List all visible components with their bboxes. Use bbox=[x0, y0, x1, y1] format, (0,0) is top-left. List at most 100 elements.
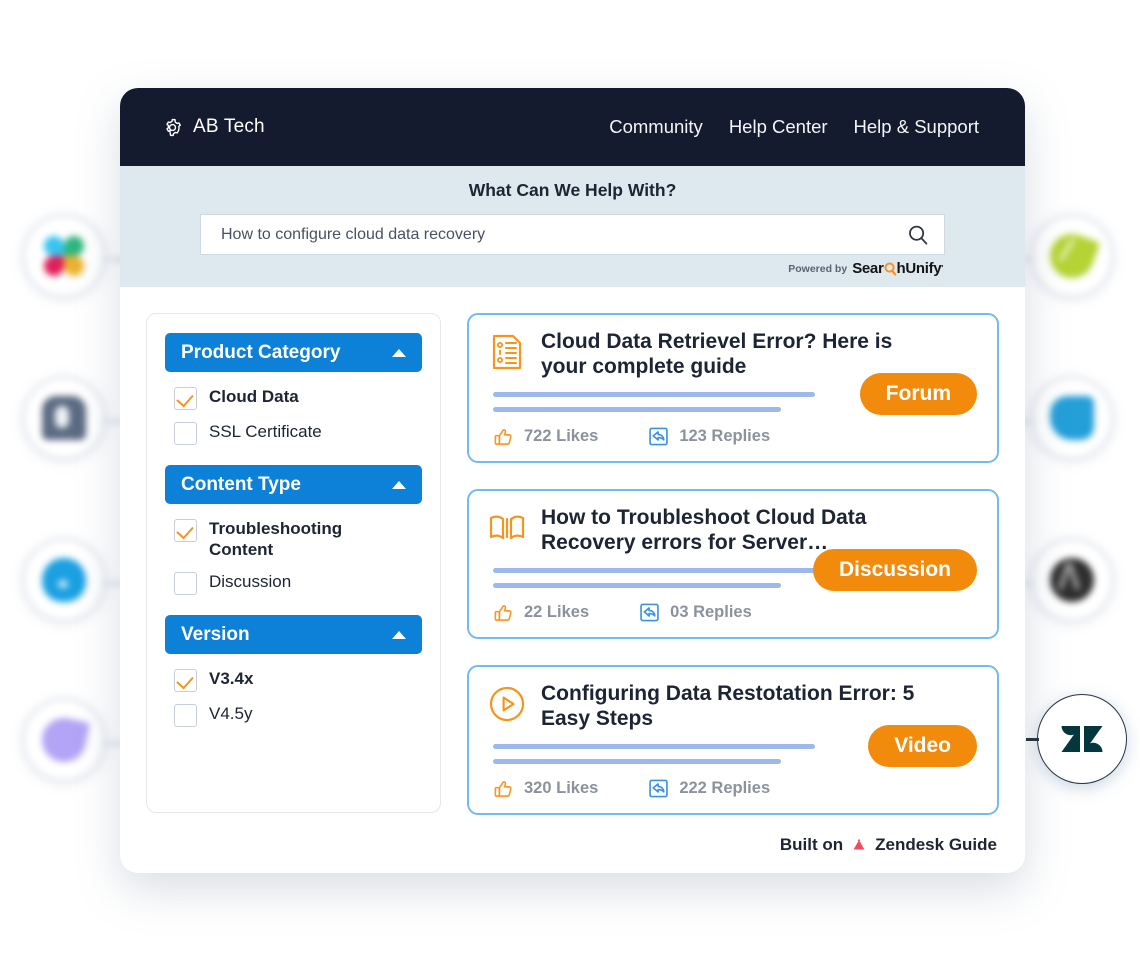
filter-title: Version bbox=[181, 623, 250, 645]
searchunify-logo: Sear hUnify ' bbox=[852, 260, 943, 277]
filter-option-label: Cloud Data bbox=[209, 387, 299, 406]
chevron-up-icon[interactable] bbox=[392, 630, 406, 639]
filter-option-v45y[interactable]: V4.5y bbox=[174, 703, 420, 728]
result-card[interactable]: Configuring Data Restotation Error: 5 Ea… bbox=[467, 665, 999, 816]
searchunify-trademark: ' bbox=[941, 264, 943, 273]
result-type-badge[interactable]: Forum bbox=[859, 373, 977, 416]
searchunify-magnifier-icon bbox=[883, 261, 897, 276]
brand-logo[interactable]: AB Tech bbox=[162, 116, 265, 138]
book-icon bbox=[489, 515, 525, 540]
built-on-label: Built on bbox=[779, 835, 844, 855]
filter-header-product-category[interactable]: Product Category bbox=[165, 333, 422, 372]
result-type-badge[interactable]: Discussion bbox=[812, 549, 977, 592]
placeholder-line bbox=[493, 759, 781, 765]
result-card[interactable]: Cloud Data Retrievel Error? Here is your… bbox=[467, 313, 999, 464]
search-icon[interactable] bbox=[906, 223, 930, 247]
replies-count: 222 Replies bbox=[679, 779, 771, 798]
result-title[interactable]: Cloud Data Retrievel Error? Here is your… bbox=[541, 330, 931, 379]
play-circle-icon bbox=[489, 687, 525, 722]
filters-sidebar: Product Category Cloud Data SSL Certific… bbox=[146, 313, 441, 813]
gear-icon bbox=[166, 118, 181, 136]
filter-title: Content Type bbox=[181, 473, 301, 495]
filter-group-content-type: Content Type Troubleshooting Content Dis… bbox=[165, 465, 422, 615]
purple-shape-logo-icon bbox=[22, 698, 127, 782]
filter-options-product-category: Cloud Data SSL Certificate bbox=[165, 372, 422, 465]
replies-count: 123 Replies bbox=[679, 427, 771, 446]
replies-count: 03 Replies bbox=[670, 603, 752, 622]
filter-options-version: V3.4x V4.5y bbox=[165, 654, 422, 731]
dark-logo-icon bbox=[1009, 538, 1114, 622]
result-type-badge[interactable]: Video bbox=[868, 725, 977, 768]
filter-title: Product Category bbox=[181, 341, 341, 363]
filter-group-product-category: Product Category Cloud Data SSL Certific… bbox=[165, 333, 422, 465]
checkbox-unchecked-icon[interactable] bbox=[174, 422, 197, 445]
result-card[interactable]: How to Troubleshoot Cloud Data Recovery … bbox=[467, 489, 999, 640]
result-meta: 22 Likes 03 Replies bbox=[493, 601, 979, 624]
checkbox-checked-icon[interactable] bbox=[174, 669, 197, 693]
footer-attribution: Built on Zendesk Guide bbox=[120, 815, 1025, 855]
zendesk-guide-label: Zendesk Guide bbox=[875, 835, 997, 855]
filter-option-label: Discussion bbox=[209, 572, 292, 592]
filter-header-content-type[interactable]: Content Type bbox=[165, 465, 422, 504]
support-portal-window: AB Tech Community Help Center Help & Sup… bbox=[120, 88, 1025, 873]
zendesk-chat-widget[interactable] bbox=[1026, 694, 1127, 784]
checkbox-unchecked-icon[interactable] bbox=[174, 704, 197, 728]
likes-count: 722 Likes bbox=[524, 427, 599, 446]
checkbox-unchecked-icon[interactable] bbox=[174, 572, 197, 596]
filter-option-label: V4.5y bbox=[209, 704, 253, 724]
likes-count: 320 Likes bbox=[524, 779, 599, 798]
chevron-up-icon[interactable] bbox=[392, 348, 406, 357]
left-integration-badges bbox=[6, 0, 127, 964]
searchunify-logo-pre: Sear bbox=[852, 260, 884, 277]
thumbs-up-icon bbox=[494, 780, 512, 797]
filter-group-version: Version V3.4x V4.5y bbox=[165, 615, 422, 731]
placeholder-line bbox=[493, 583, 781, 589]
filter-options-content-type: Troubleshooting Content Discussion bbox=[165, 504, 422, 615]
water-drop-logo-icon bbox=[22, 538, 127, 622]
filter-option-v34x[interactable]: V3.4x bbox=[174, 668, 420, 693]
powered-by-label: Powered by bbox=[788, 262, 848, 275]
filter-option-discussion[interactable]: Discussion bbox=[174, 571, 420, 596]
result-title[interactable]: How to Troubleshoot Cloud Data Recovery … bbox=[541, 506, 931, 555]
filter-option-cloud-data[interactable]: Cloud Data bbox=[174, 386, 420, 410]
zendesk-triangle-icon bbox=[853, 839, 865, 850]
filter-header-version[interactable]: Version bbox=[165, 615, 422, 655]
search-band: What Can We Help With? How to configure … bbox=[120, 166, 1025, 287]
searchunify-logo-post: hUnify bbox=[896, 260, 942, 277]
nav-link-help-center[interactable]: Help Center bbox=[729, 116, 828, 138]
right-integration-badges bbox=[1009, 0, 1136, 964]
checkbox-checked-icon[interactable] bbox=[174, 387, 197, 410]
thumbs-up-icon bbox=[494, 428, 512, 445]
search-results-list: Cloud Data Retrievel Error? Here is your… bbox=[467, 313, 999, 816]
nav-link-community[interactable]: Community bbox=[609, 116, 703, 138]
search-input[interactable]: How to configure cloud data recovery bbox=[200, 214, 945, 255]
filter-option-ssl-certificate[interactable]: SSL Certificate bbox=[174, 421, 420, 445]
replies-meta: 222 Replies bbox=[647, 777, 770, 800]
placeholder-line bbox=[493, 744, 815, 750]
nav-link-help-support[interactable]: Help & Support bbox=[854, 116, 979, 138]
filter-option-label: Troubleshooting Content bbox=[209, 519, 343, 559]
chevron-up-icon[interactable] bbox=[392, 480, 406, 489]
likes-meta: 22 Likes bbox=[493, 602, 589, 624]
placeholder-line bbox=[493, 568, 815, 574]
replies-meta: 03 Replies bbox=[638, 601, 752, 624]
likes-count: 22 Likes bbox=[524, 603, 590, 622]
powered-by-searchunify: Powered by Sear hUnify ' bbox=[200, 260, 945, 277]
replies-meta: 123 Replies bbox=[647, 425, 770, 448]
placeholder-line bbox=[493, 407, 781, 413]
search-input-value: How to configure cloud data recovery bbox=[221, 225, 486, 243]
checkbox-checked-icon[interactable] bbox=[174, 519, 197, 542]
filter-option-label: V3.4x bbox=[209, 669, 254, 689]
result-meta: 320 Likes 222 Replies bbox=[493, 777, 979, 800]
person-logo-icon bbox=[22, 376, 127, 460]
brand-name: AB Tech bbox=[193, 116, 265, 137]
green-leaf-logo-icon bbox=[1009, 214, 1114, 298]
content-area: Product Category Cloud Data SSL Certific… bbox=[120, 287, 1025, 816]
screenshot-root: AB Tech Community Help Center Help & Sup… bbox=[0, 0, 1140, 964]
blue-blob-logo-icon bbox=[1009, 376, 1114, 460]
top-navigation-bar: AB Tech Community Help Center Help & Sup… bbox=[120, 88, 1025, 166]
reply-icon bbox=[640, 603, 659, 622]
slack-logo-icon bbox=[22, 214, 127, 298]
result-title[interactable]: Configuring Data Restotation Error: 5 Ea… bbox=[541, 682, 931, 731]
filter-option-troubleshooting-content[interactable]: Troubleshooting Content bbox=[174, 518, 420, 560]
